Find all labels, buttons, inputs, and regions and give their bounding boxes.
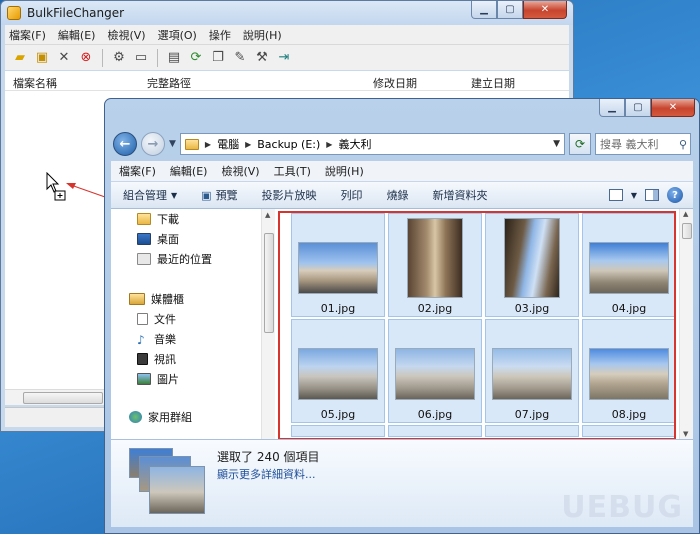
address-row: ← → ▼ ▶ 電腦 ▶ Backup (E:) ▶ 義大利 ▼ ⟳ 搜尋 義大… bbox=[113, 131, 691, 157]
breadcrumb-folder[interactable]: 義大利 bbox=[338, 136, 371, 152]
organize-button[interactable]: 組合管理 ▼ bbox=[123, 187, 177, 203]
selection-count: 選取了 240 個項目 bbox=[217, 450, 320, 464]
nav-item-desktop[interactable]: 桌面 bbox=[137, 231, 179, 247]
pictures-icon bbox=[137, 373, 151, 385]
preview-button[interactable]: ▣ 預覽 bbox=[201, 187, 237, 203]
file-scrollbar[interactable]: ▲ ▼ bbox=[679, 209, 693, 439]
burn-button[interactable]: 燒錄 bbox=[387, 187, 409, 203]
print-button[interactable]: 列印 bbox=[341, 187, 363, 203]
nav-item-recent[interactable]: 最近的位置 bbox=[137, 251, 212, 267]
menu-help[interactable]: 說明(H) bbox=[325, 163, 364, 179]
breadcrumb-drive[interactable]: Backup (E:) bbox=[257, 138, 320, 151]
nav-item-videos[interactable]: 視訊 bbox=[137, 351, 176, 367]
watermark-text: UEBUG bbox=[561, 490, 683, 525]
nav-item-pictures[interactable]: 圖片 bbox=[137, 371, 179, 387]
search-input[interactable]: 搜尋 義大利 ⚲ bbox=[595, 133, 691, 155]
preview-label: 預覽 bbox=[215, 189, 238, 202]
address-bar[interactable]: ▶ 電腦 ▶ Backup (E:) ▶ 義大利 ▼ bbox=[179, 133, 565, 155]
nav-item-documents[interactable]: 文件 bbox=[137, 311, 176, 327]
preview-icon: ▣ bbox=[201, 188, 212, 202]
nav-label: 視訊 bbox=[154, 353, 176, 366]
help-icon[interactable]: ? bbox=[667, 187, 683, 203]
recent-places-icon bbox=[137, 253, 151, 265]
menu-edit[interactable]: 編輯(E) bbox=[170, 163, 208, 179]
close-button[interactable]: ✕ bbox=[651, 99, 695, 117]
explorer-window: ▁ ▢ ✕ ← → ▼ ▶ 電腦 ▶ Backup (E:) ▶ 義大利 ▼ ⟳… bbox=[104, 98, 700, 534]
back-button[interactable]: ← bbox=[113, 132, 137, 156]
maximize-button[interactable]: ▢ bbox=[625, 99, 651, 117]
videos-icon bbox=[137, 353, 148, 365]
nav-label: 媒體櫃 bbox=[151, 293, 184, 306]
folder-icon bbox=[184, 138, 199, 150]
nav-label: 下載 bbox=[157, 213, 179, 226]
slideshow-button[interactable]: 投影片放映 bbox=[262, 187, 317, 203]
selection-stack-thumbnail bbox=[129, 448, 205, 518]
burn-label: 燒錄 bbox=[386, 189, 409, 202]
new-folder-button[interactable]: 新增資料夾 bbox=[433, 187, 488, 203]
nav-item-homegroup[interactable]: 家用群組 bbox=[129, 409, 192, 425]
show-more-details-link[interactable]: 顯示更多詳細資料... bbox=[217, 466, 316, 482]
view-dropdown-icon[interactable]: ▼ bbox=[631, 191, 637, 200]
nav-label: 家用群組 bbox=[148, 411, 192, 424]
watermark: UEBUG bbox=[561, 490, 683, 525]
refresh-button[interactable]: ⟳ bbox=[569, 133, 591, 155]
menu-file[interactable]: 檔案(F) bbox=[119, 163, 156, 179]
nav-scrollbar[interactable]: ▲ bbox=[261, 209, 275, 439]
details-pane: 選取了 240 個項目 顯示更多詳細資料... UEBUG bbox=[111, 439, 693, 527]
menu-view[interactable]: 檢視(V) bbox=[221, 163, 259, 179]
nav-item-downloads[interactable]: 下載 bbox=[137, 211, 179, 227]
change-view-icon[interactable] bbox=[608, 189, 623, 201]
selection-highlight bbox=[278, 211, 676, 440]
breadcrumb-computer[interactable]: 電腦 bbox=[217, 136, 239, 152]
libraries-icon bbox=[129, 293, 145, 305]
new-folder-label: 新增資料夾 bbox=[432, 189, 488, 202]
downloads-folder-icon bbox=[137, 213, 151, 225]
nav-label: 文件 bbox=[154, 313, 176, 326]
breadcrumb-chevron[interactable]: ▶ bbox=[326, 140, 332, 149]
forward-button[interactable]: → bbox=[141, 132, 165, 156]
nav-label: 桌面 bbox=[157, 233, 179, 246]
slideshow-label: 投影片放映 bbox=[261, 189, 317, 202]
search-placeholder: 搜尋 義大利 bbox=[600, 138, 659, 151]
music-icon: ♪ bbox=[137, 333, 145, 347]
nav-label: 音樂 bbox=[154, 333, 176, 346]
drag-cursor-icon bbox=[46, 172, 66, 201]
breadcrumb-chevron[interactable]: ▶ bbox=[205, 140, 211, 149]
search-icon: ⚲ bbox=[678, 137, 687, 151]
nav-label: 最近的位置 bbox=[157, 253, 212, 266]
desktop-icon bbox=[137, 233, 151, 245]
command-bar: 組合管理 ▼ ▣ 預覽 投影片放映 列印 燒錄 新增資料夾 ▼ ? bbox=[111, 181, 693, 209]
print-label: 列印 bbox=[340, 189, 363, 202]
nav-item-music[interactable]: ♪ 音樂 bbox=[137, 331, 176, 347]
breadcrumb-chevron[interactable]: ▶ bbox=[245, 140, 251, 149]
history-dropdown-icon[interactable]: ▼ bbox=[169, 139, 176, 149]
documents-icon bbox=[137, 313, 148, 325]
menu-tools[interactable]: 工具(T) bbox=[274, 163, 311, 179]
nav-item-libraries[interactable]: 媒體櫃 bbox=[129, 291, 184, 307]
homegroup-icon bbox=[129, 411, 142, 423]
navigation-pane: 下載 桌面 最近的位置 媒體櫃 文件 ♪ 音樂 視訊 圖片 家用群組 ▲ bbox=[111, 209, 275, 439]
organize-label: 組合管理 bbox=[123, 189, 167, 202]
address-dropdown-icon[interactable]: ▼ bbox=[553, 139, 560, 149]
minimize-button[interactable]: ▁ bbox=[599, 99, 625, 117]
menu-bar: 檔案(F) 編輯(E) 檢視(V) 工具(T) 說明(H) bbox=[111, 161, 693, 181]
nav-label: 圖片 bbox=[157, 373, 179, 386]
preview-pane-icon[interactable] bbox=[645, 189, 659, 201]
